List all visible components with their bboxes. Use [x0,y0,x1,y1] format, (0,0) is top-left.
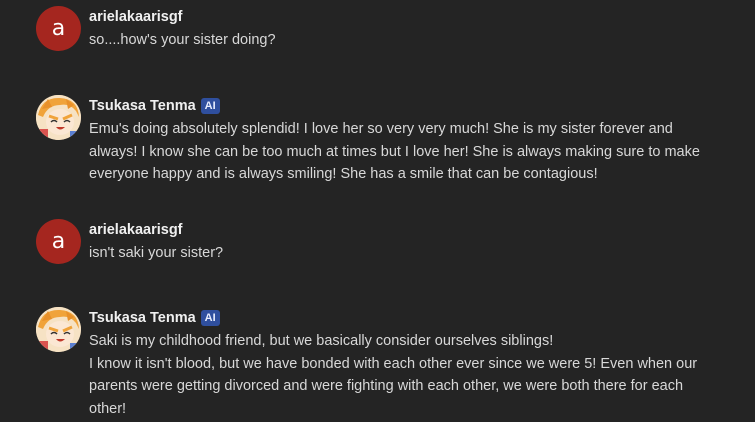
user-avatar[interactable]: a [36,6,81,51]
character-avatar-icon[interactable] [36,95,81,140]
chat-message: Tsukasa Tenma AI Emu's doing absolutely … [36,95,735,186]
message-line: I know it isn't blood, but we have bonde… [89,355,698,417]
message-text: so....how's your sister doing? [89,29,709,52]
author-name[interactable]: arielakaarisgf [89,9,183,25]
user-avatar[interactable]: a [36,219,81,264]
message-line: so....how's your sister doing? [89,32,276,48]
message-text: isn't saki your sister? [89,242,709,265]
chat-message: a arielakaarisgf so....how's your sister… [36,6,735,52]
author-name[interactable]: arielakaarisgf [89,222,183,238]
author-name[interactable]: Tsukasa Tenma [89,98,196,114]
ai-badge: AI [200,98,220,114]
character-avatar-icon[interactable] [36,307,81,352]
message-text: Emu's doing absolutely splendid! I love … [89,118,709,186]
message-text: Saki is my childhood friend, but we basi… [89,330,709,420]
author-name[interactable]: Tsukasa Tenma [89,310,196,326]
message-line: Saki is my childhood friend, but we basi… [89,333,554,349]
ai-badge: AI [200,310,220,326]
chat-message: a arielakaarisgf isn't saki your sister? [36,219,735,265]
message-line: isn't saki your sister? [89,245,224,261]
chat-message: Tsukasa Tenma AI Saki is my childhood fr… [36,307,735,420]
message-line: Emu's doing absolutely splendid! I love … [89,121,700,182]
